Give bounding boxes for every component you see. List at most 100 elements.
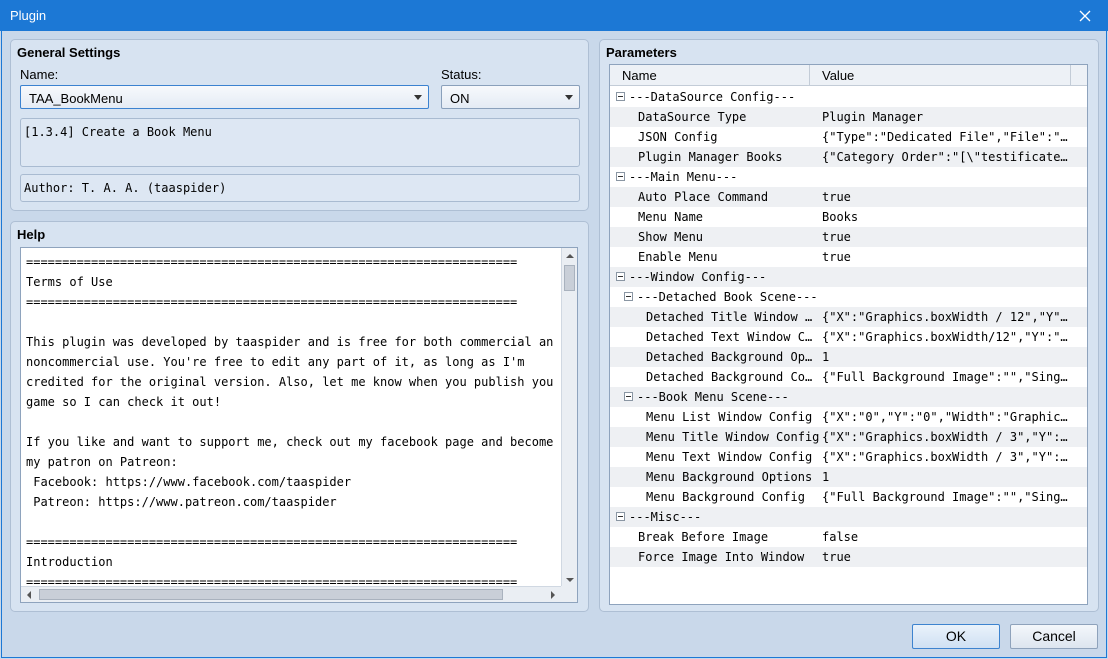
parameter-name: Detached Background Co… xyxy=(646,370,813,384)
status-combobox[interactable]: ON xyxy=(441,85,580,109)
parameter-value: {"X":"Graphics.boxWidth / 12","Y":… xyxy=(822,310,1070,324)
parameter-row[interactable]: Menu Text Window Config {"X":"Graphics.bo… xyxy=(610,447,1087,467)
parameters-tree[interactable]: Name Value ---DataSource Config--- DataSo… xyxy=(609,64,1088,605)
tree-group-row[interactable]: ---DataSource Config--- xyxy=(610,87,1087,107)
status-value: ON xyxy=(450,91,470,106)
parameter-name: JSON Config xyxy=(638,130,718,144)
arrow-down-icon xyxy=(566,578,574,582)
ok-button[interactable]: OK xyxy=(912,624,1000,649)
tree-group-row[interactable]: ---Book Menu Scene--- xyxy=(610,387,1087,407)
window-title: Plugin xyxy=(10,8,47,23)
tree-group-row[interactable]: ---Main Menu--- xyxy=(610,167,1087,187)
parameter-row[interactable]: DataSource Type Plugin Manager xyxy=(610,107,1087,127)
parameter-value: {"Type":"Dedicated File","File":"b… xyxy=(822,130,1070,144)
column-divider[interactable] xyxy=(1070,65,1071,86)
parameter-name: Detached Title Window … xyxy=(646,310,813,324)
parameter-row[interactable]: Show Menu true xyxy=(610,227,1087,247)
close-button[interactable] xyxy=(1062,0,1108,31)
parameter-value: true xyxy=(822,230,851,244)
parameter-name: ---Misc--- xyxy=(629,510,702,524)
collapse-toggle-icon[interactable] xyxy=(624,392,633,401)
parameter-row[interactable]: Menu Title Window Config {"X":"Graphics.b… xyxy=(610,427,1087,447)
column-divider[interactable] xyxy=(809,65,810,86)
plugin-name-combobox[interactable]: TAA_BookMenu xyxy=(20,85,429,109)
parameter-row[interactable]: JSON Config {"Type":"Dedicated File","Fil… xyxy=(610,127,1087,147)
horizontal-scroll-thumb[interactable] xyxy=(39,589,503,600)
parameter-name: Break Before Image xyxy=(638,530,769,544)
parameter-row[interactable]: Plugin Manager Books {"Category Order":"[… xyxy=(610,147,1087,167)
parameter-name: Plugin Manager Books xyxy=(638,150,783,164)
parameter-name: Menu Background Config xyxy=(646,490,805,504)
dialog-body: General Settings Name: TAA_BookMenu Stat… xyxy=(1,31,1107,658)
chevron-down-icon xyxy=(414,95,422,100)
help-vertical-scrollbar[interactable] xyxy=(561,248,577,588)
description-box: [1.3.4] Create a Book Menu xyxy=(20,118,580,167)
scroll-left-button[interactable] xyxy=(21,587,37,602)
parameter-name: Force Image Into Window xyxy=(638,550,805,564)
parameter-row[interactable]: Break Before Image false xyxy=(610,527,1087,547)
author-box: Author: T. A. A. (taaspider) xyxy=(20,174,580,202)
parameter-name: ---DataSource Config--- xyxy=(629,90,796,104)
parameter-row[interactable]: Menu Background Config {"Full Background … xyxy=(610,487,1087,507)
tree-group-row[interactable]: ---Misc--- xyxy=(610,507,1087,527)
column-header-name[interactable]: Name xyxy=(622,68,657,83)
parameter-row[interactable]: Menu Background Options 1 xyxy=(610,467,1087,487)
cancel-button[interactable]: Cancel xyxy=(1010,624,1098,649)
parameter-row[interactable]: Menu Name Books xyxy=(610,207,1087,227)
parameter-value: {"X":"Graphics.boxWidth / 3","Y":"… xyxy=(822,430,1070,444)
parameter-row[interactable]: Enable Menu true xyxy=(610,247,1087,267)
tree-header: Name Value xyxy=(610,65,1087,86)
parameter-name: Detached Text Window C… xyxy=(646,330,813,344)
parameters-title: Parameters xyxy=(606,45,677,60)
column-header-value[interactable]: Value xyxy=(822,68,854,83)
parameter-row[interactable]: Detached Title Window … {"X":"Graphics.bo… xyxy=(610,307,1087,327)
parameter-name: Detached Background Op… xyxy=(646,350,813,364)
collapse-toggle-icon[interactable] xyxy=(616,92,625,101)
parameter-rows: ---DataSource Config--- DataSource Type Pl… xyxy=(610,87,1087,567)
parameter-name: Menu Text Window Config xyxy=(646,450,813,464)
help-panel: Help ===================================… xyxy=(10,221,589,612)
close-icon xyxy=(1079,10,1091,21)
title-bar: Plugin xyxy=(0,0,1108,31)
chevron-down-icon xyxy=(565,95,573,100)
parameter-name: Menu Title Window Config xyxy=(646,430,820,444)
parameter-row[interactable]: Force Image Into Window true xyxy=(610,547,1087,567)
parameter-row[interactable]: Auto Place Command true xyxy=(610,187,1087,207)
status-label: Status: xyxy=(441,67,482,82)
collapse-toggle-icon[interactable] xyxy=(616,272,625,281)
parameter-name: ---Book Menu Scene--- xyxy=(637,390,789,404)
arrow-right-icon xyxy=(551,591,555,599)
scroll-up-button[interactable] xyxy=(562,248,577,264)
parameters-panel: Parameters Name Value ---DataSource Conf… xyxy=(599,39,1099,612)
parameter-row[interactable]: Detached Background Op… 1 xyxy=(610,347,1087,367)
parameter-value: true xyxy=(822,190,851,204)
scrollbar-corner xyxy=(561,586,577,602)
parameter-name: Enable Menu xyxy=(638,250,718,264)
parameter-row[interactable]: Detached Background Co… {"Full Background… xyxy=(610,367,1087,387)
parameter-value: {"Full Background Image":"","Singl… xyxy=(822,490,1070,504)
general-settings-title: General Settings xyxy=(17,45,121,60)
parameter-value: false xyxy=(822,530,859,544)
general-settings-panel: General Settings Name: TAA_BookMenu Stat… xyxy=(10,39,589,211)
help-horizontal-scrollbar[interactable] xyxy=(21,586,561,602)
collapse-toggle-icon[interactable] xyxy=(624,292,633,301)
tree-group-row[interactable]: ---Window Config--- xyxy=(610,267,1087,287)
tree-group-row[interactable]: ---Detached Book Scene--- xyxy=(610,287,1087,307)
parameter-value: Plugin Manager xyxy=(822,110,924,124)
parameter-name: DataSource Type xyxy=(638,110,747,124)
author-text: Author: T. A. A. (taaspider) xyxy=(24,181,227,195)
parameter-value: {"Category Order":"[\"testificate\… xyxy=(822,150,1070,164)
help-title: Help xyxy=(17,227,46,242)
parameter-value: Books xyxy=(822,210,859,224)
parameter-value: 1 xyxy=(822,350,830,364)
collapse-toggle-icon[interactable] xyxy=(616,172,625,181)
arrow-left-icon xyxy=(27,591,31,599)
parameter-value: {"Full Background Image":"","Singl… xyxy=(822,370,1070,384)
vertical-scroll-thumb[interactable] xyxy=(564,265,575,291)
help-textarea[interactable]: ========================================… xyxy=(20,247,578,603)
parameter-row[interactable]: Detached Text Window C… {"X":"Graphics.bo… xyxy=(610,327,1087,347)
collapse-toggle-icon[interactable] xyxy=(616,512,625,521)
parameter-name: Menu Name xyxy=(638,210,704,224)
scroll-right-button[interactable] xyxy=(545,587,561,602)
parameter-row[interactable]: Menu List Window Config {"X":"0","Y":"0",… xyxy=(610,407,1087,427)
